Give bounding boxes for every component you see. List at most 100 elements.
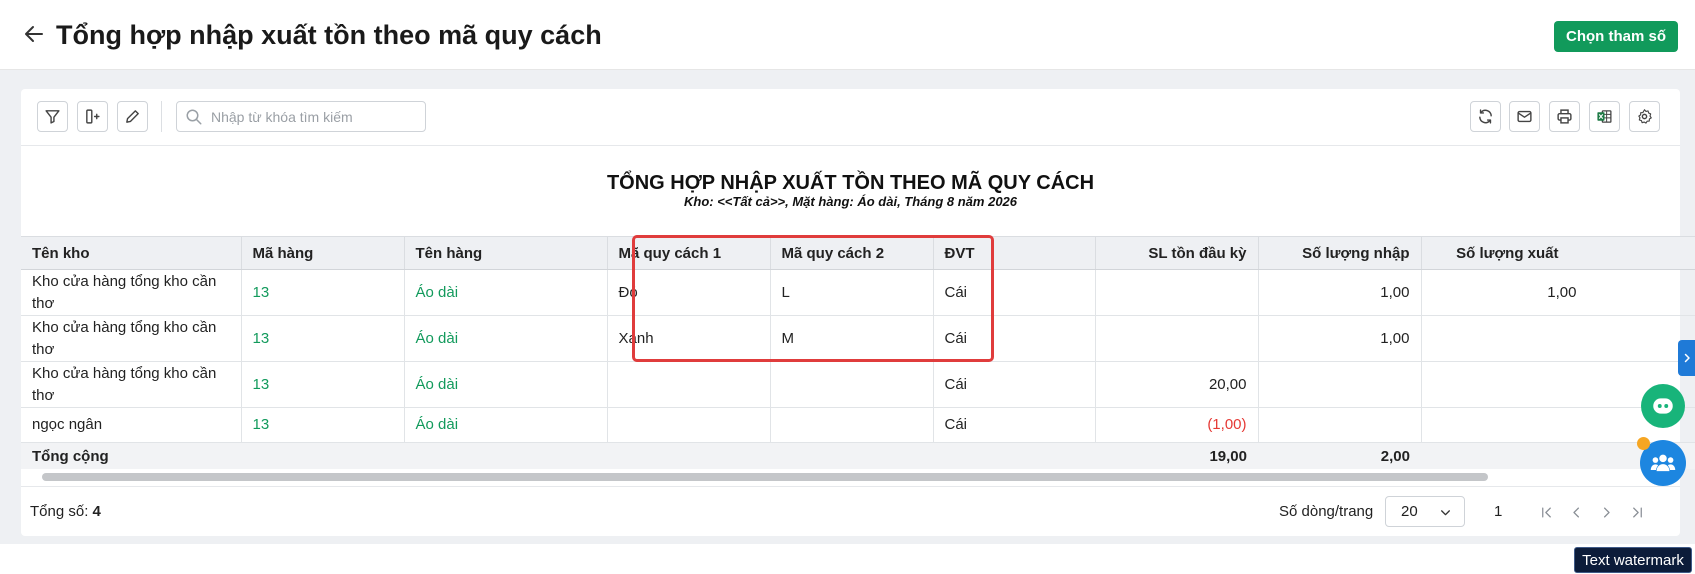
cell-qc1	[607, 361, 771, 408]
column-header[interactable]: Tên kho	[21, 236, 242, 270]
chat-button[interactable]	[1641, 384, 1685, 428]
column-header[interactable]: Số lượng nhập	[1258, 236, 1422, 270]
edit-icon	[126, 110, 139, 123]
settings-icon	[1638, 109, 1652, 124]
next-page-button[interactable]	[1596, 502, 1616, 522]
cell-dvt: Cái	[933, 269, 1096, 316]
column-header[interactable]: Số lượng xuất	[1421, 236, 1695, 270]
search-input[interactable]	[211, 108, 411, 125]
cell-qc1	[607, 407, 771, 443]
top-bar: Tổng hợp nhập xuất tồn theo mã quy cách …	[0, 0, 1695, 70]
table-row[interactable]: ngọc ngân 13 Áo dài Cái (1,00)	[21, 407, 1695, 443]
column-insert-icon	[86, 109, 100, 124]
back-arrow-icon[interactable]	[22, 22, 46, 46]
chat-bot-icon	[1653, 398, 1673, 414]
column-header[interactable]: Tên hàng	[404, 236, 608, 270]
print-icon	[1557, 109, 1572, 124]
toolbar-separator	[161, 101, 162, 132]
chevron-down-icon	[1441, 510, 1450, 516]
cell-sl-nhap: 1,00	[1258, 315, 1422, 362]
column-header[interactable]: Mã hàng	[241, 236, 405, 270]
edit-button[interactable]	[117, 101, 148, 132]
notification-dot	[1637, 437, 1650, 450]
total-count-label: Tổng số:	[30, 503, 89, 520]
export-excel-button[interactable]	[1589, 101, 1620, 132]
last-page-icon	[1632, 507, 1642, 517]
cell-sl-ton-dau	[1095, 315, 1259, 362]
cell-dvt: Cái	[933, 361, 1096, 408]
first-page-icon	[1541, 507, 1551, 517]
chevron-right-icon	[1684, 353, 1690, 363]
prev-page-button[interactable]	[1566, 502, 1586, 522]
column-header[interactable]: ĐVT	[933, 236, 1096, 270]
rows-per-page-select[interactable]: 20	[1385, 496, 1465, 527]
total-sl-nhap: 2,00	[1258, 442, 1421, 469]
first-page-button[interactable]	[1536, 502, 1556, 522]
toolbar-divider	[21, 145, 1680, 146]
cell-qc2: L	[770, 269, 934, 316]
current-page: 1	[1494, 503, 1503, 520]
settings-button[interactable]	[1629, 101, 1660, 132]
total-count-value: 4	[92, 503, 101, 520]
cell-dvt: Cái	[933, 315, 1096, 362]
column-insert-button[interactable]	[77, 101, 108, 132]
cell-dvt: Cái	[933, 407, 1096, 443]
side-panel-toggle[interactable]	[1678, 340, 1695, 376]
cell-ten-hang-link[interactable]: Áo dài	[404, 407, 608, 443]
cell-qc2: M	[770, 315, 934, 362]
page-title: Tổng hợp nhập xuất tồn theo mã quy cách	[56, 20, 602, 50]
cell-ten-kho: ngọc ngân	[21, 407, 242, 443]
report-title: TỔNG HỢP NHẬP XUẤT TỒN THEO MÃ QUY CÁCH	[606, 172, 1095, 194]
filter-icon	[45, 110, 60, 124]
column-header[interactable]: SL tồn đầu kỳ	[1095, 236, 1259, 270]
cell-ten-hang-link[interactable]: Áo dài	[404, 269, 608, 316]
excel-icon	[1597, 110, 1612, 123]
cell-ten-kho: Kho cửa hàng tổng kho cần thơ	[21, 361, 242, 408]
refresh-icon	[1479, 109, 1492, 124]
cell-sl-ton-dau: 20,00	[1095, 361, 1259, 408]
users-icon	[1650, 454, 1676, 472]
cell-sl-xuat	[1421, 315, 1695, 362]
print-button[interactable]	[1549, 101, 1580, 132]
cell-sl-nhap	[1258, 407, 1422, 443]
email-icon	[1517, 110, 1532, 123]
email-button[interactable]	[1509, 101, 1540, 132]
total-label: Tổng cộng	[21, 442, 1095, 469]
chevron-left-icon	[1572, 507, 1579, 517]
text-watermark: Text watermark	[1574, 547, 1692, 573]
search-icon	[186, 109, 202, 124]
cell-sl-ton-dau	[1095, 269, 1259, 316]
cell-ten-hang-link[interactable]: Áo dài	[404, 315, 608, 362]
cell-sl-nhap: 1,00	[1258, 269, 1422, 316]
refresh-button[interactable]	[1470, 101, 1501, 132]
cell-qc2	[770, 361, 934, 408]
last-page-button[interactable]	[1627, 502, 1647, 522]
data-grid: Tên kho Mã hàng Tên hàng Mã quy cách 1 M…	[21, 236, 1695, 469]
cell-sl-xuat: 1,00	[1421, 269, 1695, 316]
cell-sl-ton-dau: (1,00)	[1095, 407, 1259, 443]
column-header[interactable]: Mã quy cách 1	[607, 236, 771, 270]
cell-ma-hang-link[interactable]: 13	[241, 407, 405, 443]
cell-sl-nhap	[1258, 361, 1422, 408]
chevron-right-icon	[1603, 507, 1610, 517]
table-row[interactable]: Kho cửa hàng tổng kho cần thơ 13 Áo dài …	[21, 269, 1695, 316]
cell-ten-kho: Kho cửa hàng tổng kho cần thơ	[21, 315, 242, 362]
cell-qc1: Xanh	[607, 315, 771, 362]
cell-ma-hang-link[interactable]: 13	[241, 361, 405, 408]
rows-per-page-value: 20	[1401, 503, 1418, 520]
total-row: Tổng cộng 19,00 2,00	[21, 442, 1695, 469]
cell-ma-hang-link[interactable]: 13	[241, 315, 405, 362]
column-header[interactable]: Mã quy cách 2	[770, 236, 934, 270]
report-subtitle: Kho: <<Tất cả>>, Mặt hàng: Áo dài, Tháng…	[683, 194, 1018, 209]
horizontal-scrollbar[interactable]	[42, 473, 1488, 481]
footer-divider	[21, 486, 1680, 487]
cell-ma-hang-link[interactable]: 13	[241, 269, 405, 316]
rows-per-page-label: Số dòng/trang	[1279, 503, 1374, 520]
search-box[interactable]	[176, 101, 426, 132]
table-row[interactable]: Kho cửa hàng tổng kho cần thơ 13 Áo dài …	[21, 315, 1695, 362]
filter-button[interactable]	[37, 101, 68, 132]
choose-parameters-button[interactable]: Chọn tham số	[1554, 21, 1678, 52]
total-sl-ton-dau: 19,00	[1095, 442, 1258, 469]
cell-ten-hang-link[interactable]: Áo dài	[404, 361, 608, 408]
table-row[interactable]: Kho cửa hàng tổng kho cần thơ 13 Áo dài …	[21, 361, 1695, 408]
